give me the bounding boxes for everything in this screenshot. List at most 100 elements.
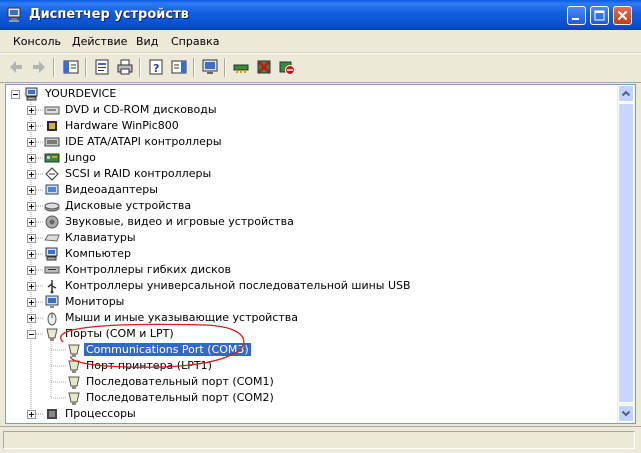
expand-toggle[interactable] (27, 266, 36, 275)
title-bar[interactable]: Диспетчер устройств (0, 0, 641, 30)
close-button[interactable] (613, 6, 632, 25)
scroll-up-button[interactable] (618, 85, 634, 102)
forward-arrow-icon[interactable] (30, 58, 48, 76)
tree-device[interactable]: Последовательный порт (COM1) (6, 374, 606, 390)
tree-category[interactable]: Клавиатуры (6, 230, 606, 246)
maximize-button[interactable] (590, 6, 609, 25)
tree-category[interactable]: Процессоры (6, 406, 606, 422)
tree-category[interactable]: Дисковые устройства (6, 198, 606, 214)
update-driver-icon[interactable] (232, 58, 250, 76)
toolbar-separator (193, 58, 195, 77)
mouse-icon (47, 312, 57, 326)
expand-toggle[interactable] (27, 138, 36, 147)
port-icon (68, 376, 80, 389)
computer-icon (45, 247, 58, 261)
expand-toggle[interactable] (27, 250, 36, 259)
menu-help[interactable]: Справка (171, 35, 219, 48)
collapse-toggle[interactable] (11, 90, 20, 99)
tree-device[interactable]: Порт принтера (LPT1) (6, 358, 606, 374)
expand-toggle[interactable] (27, 106, 36, 115)
tree-category-label: Контроллеры гибких дисков (65, 263, 232, 276)
tree-category-label: Процессоры (65, 407, 136, 420)
menu-console[interactable]: Консоль (13, 35, 61, 48)
print-icon[interactable] (116, 58, 134, 76)
tree-device[interactable]: Communications Port (COM3) (6, 342, 606, 358)
tree-root-label: YOURDEVICE (45, 87, 117, 100)
properties-icon[interactable] (93, 58, 111, 76)
toolbar-separator (53, 58, 55, 77)
dvd-drive-icon (44, 106, 60, 115)
tree-category[interactable]: Hardware WinPic800 (6, 118, 606, 134)
svg-text:?: ? (153, 62, 159, 75)
tree-category-label: IDE ATA/ATAPI контроллеры (65, 135, 222, 148)
help-icon[interactable]: ? (147, 58, 165, 76)
tree-category[interactable]: Мыши и иные указывающие устройства (6, 310, 606, 326)
toolbar: ? (0, 53, 641, 83)
tree-category[interactable]: SCSI и RAID контроллеры (6, 166, 606, 182)
tree-category[interactable]: IDE ATA/ATAPI контроллеры (6, 134, 606, 150)
scroll-up-arrow-icon (621, 90, 631, 97)
tree-device-label: Последовательный порт (COM1) (86, 375, 274, 388)
expand-toggle[interactable] (27, 186, 36, 195)
monitor-icon (45, 295, 59, 308)
expand-toggle[interactable] (27, 234, 36, 243)
tree-category-label: Jungo (65, 151, 96, 164)
back-arrow-icon[interactable] (7, 58, 25, 76)
tree-category[interactable]: Мониторы (6, 294, 606, 310)
tree-category[interactable]: Порты (COM и LPT) (6, 326, 606, 342)
ide-controller-icon (44, 137, 60, 147)
maximize-icon (594, 10, 605, 21)
show-hide-action-pane-icon[interactable] (170, 58, 188, 76)
computer-icon (25, 87, 38, 101)
expand-toggle[interactable] (27, 298, 36, 307)
tree-category[interactable]: Контроллеры гибких дисков (6, 262, 606, 278)
tree-category[interactable]: DVD и CD-ROM дисководы (6, 102, 606, 118)
minimize-icon (572, 18, 579, 20)
tree-category-label: Клавиатуры (65, 231, 136, 244)
tree-category[interactable]: Звуковые, видео и игровые устройства (6, 214, 606, 230)
tree-category[interactable]: Компьютер (6, 246, 606, 262)
port-icon (68, 392, 80, 405)
tree-category-label: Hardware WinPic800 (65, 119, 179, 132)
status-bar (0, 426, 641, 453)
device-tree[interactable]: YOURDEVICE DVD и CD-ROM дисководы Hardware… (5, 84, 636, 424)
scroll-down-button[interactable] (618, 405, 634, 422)
show-hide-tree-icon[interactable] (62, 58, 80, 76)
tree-category-label: Контроллеры универсальной последовательн… (65, 279, 411, 292)
tree-category[interactable]: Видеоадаптеры (6, 182, 606, 198)
expand-toggle[interactable] (27, 154, 36, 163)
status-pane (3, 431, 635, 449)
port-icon (46, 328, 58, 341)
menu-action[interactable]: Действие (72, 35, 127, 48)
tree-category[interactable]: Контроллеры универсальной последовательн… (6, 278, 606, 294)
minimize-button[interactable] (567, 6, 586, 25)
expand-toggle[interactable] (27, 170, 36, 179)
scan-hardware-icon[interactable] (201, 58, 219, 76)
uninstall-device-icon[interactable] (255, 58, 273, 76)
vertical-scrollbar[interactable] (617, 85, 635, 423)
scroll-thumb[interactable] (618, 103, 634, 403)
collapse-toggle[interactable] (27, 330, 36, 339)
close-icon (617, 10, 628, 21)
disable-device-icon[interactable] (278, 58, 296, 76)
menu-view[interactable]: Вид (136, 35, 158, 48)
expand-toggle[interactable] (27, 410, 36, 419)
toolbar-separator (224, 58, 226, 77)
expand-toggle[interactable] (27, 122, 36, 131)
tree-device-label: Порт принтера (LPT1) (86, 359, 212, 372)
tree-category-label: Звуковые, видео и игровые устройства (65, 215, 294, 228)
expand-toggle[interactable] (27, 218, 36, 227)
tree-category-label: Компьютер (65, 247, 131, 260)
tree-device[interactable]: Последовательный порт (COM2) (6, 390, 606, 406)
scroll-down-arrow-icon (621, 410, 631, 417)
usb-icon (47, 280, 57, 294)
expand-toggle[interactable] (27, 202, 36, 211)
expand-toggle[interactable] (27, 314, 36, 323)
tree-category-label: DVD и CD-ROM дисководы (65, 103, 217, 116)
tree-category-label: Дисковые устройства (65, 199, 192, 212)
tree-category[interactable]: Jungo (6, 150, 606, 166)
toolbar-separator (139, 58, 141, 77)
tree-category-label: Мониторы (65, 295, 125, 308)
expand-toggle[interactable] (27, 282, 36, 291)
tree-root[interactable]: YOURDEVICE (6, 86, 606, 102)
